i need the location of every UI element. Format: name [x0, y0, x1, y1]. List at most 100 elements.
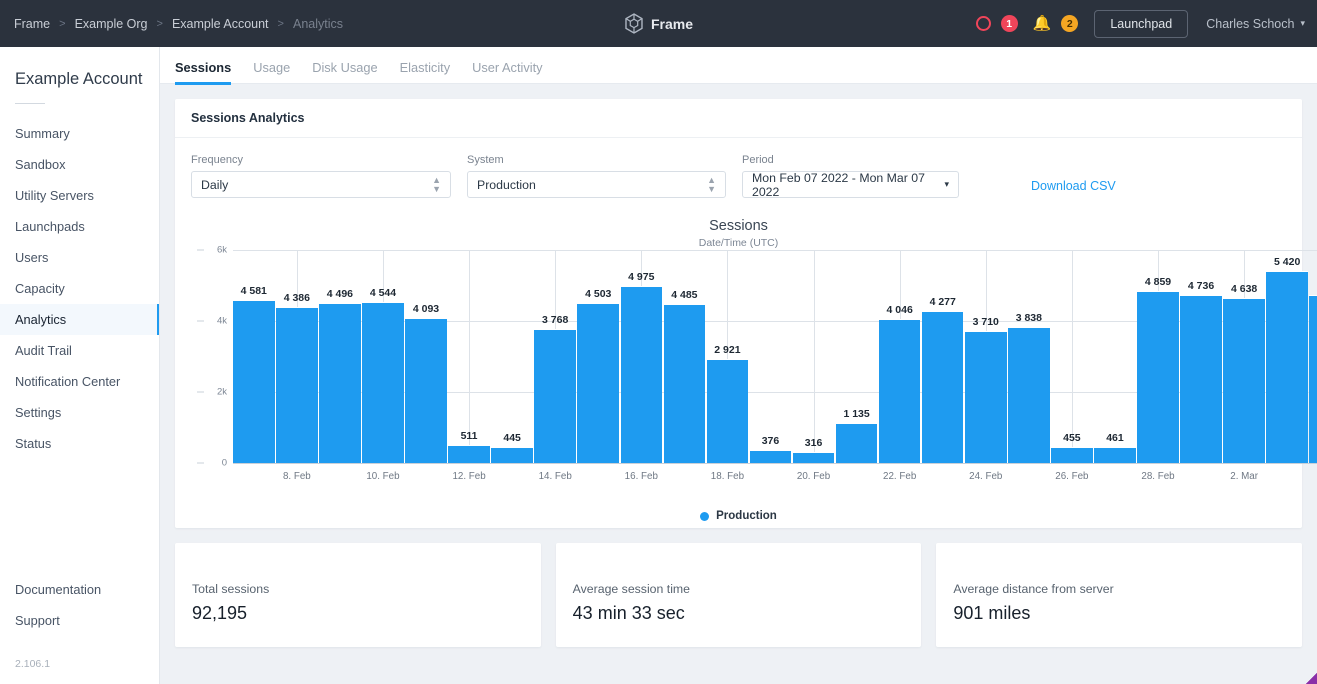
chart-bar[interactable]: [879, 319, 921, 463]
chart-bar[interactable]: [1051, 447, 1093, 463]
system-label: System: [467, 154, 726, 166]
sidebar-item-notification-center[interactable]: Notification Center: [0, 366, 159, 397]
stepper-icon: ▲▼: [432, 176, 441, 194]
system-select[interactable]: Production ▲▼: [467, 171, 726, 198]
sidebar-item-support[interactable]: Support: [0, 605, 159, 636]
period-select[interactable]: Mon Feb 07 2022 - Mon Mar 07 2022 ▾: [742, 171, 959, 198]
notification-count-badge[interactable]: 2: [1061, 15, 1078, 32]
chart-bar[interactable]: [491, 447, 533, 463]
chart-bar-value-label: 3 710: [973, 316, 999, 328]
chart-bar[interactable]: [233, 300, 275, 463]
chart-bar-value-label: 445: [503, 432, 521, 444]
stat-card-total-sessions: Total sessions 92,195: [175, 543, 541, 647]
stat-card-average-distance: Average distance from server 901 miles: [936, 543, 1302, 647]
tab-user-activity[interactable]: User Activity: [472, 60, 542, 84]
chart-bar[interactable]: [1008, 327, 1050, 463]
bell-icon[interactable]: 🔔: [1033, 16, 1052, 31]
sidebar-item-analytics[interactable]: Analytics: [0, 304, 159, 335]
chart-bar-segment-upper: [965, 331, 1007, 356]
tab-bar: Sessions Usage Disk Usage Elasticity Use…: [160, 47, 1317, 84]
sidebar-item-capacity[interactable]: Capacity: [0, 273, 159, 304]
chart-bar[interactable]: [1094, 447, 1136, 463]
tab-elasticity[interactable]: Elasticity: [400, 60, 451, 84]
sidebar-item-summary[interactable]: Summary: [0, 118, 159, 149]
chart-bar-value-label: 4 975: [628, 271, 654, 283]
tab-disk-usage[interactable]: Disk Usage: [312, 60, 377, 84]
chart-bar[interactable]: [922, 311, 964, 463]
period-label: Period: [742, 154, 959, 166]
chart-bar-segment-lower: [1309, 338, 1317, 463]
chart-bar-segment-upper: [879, 319, 921, 348]
brand-name: Frame: [651, 16, 693, 32]
chart-bar-segment-upper: [362, 302, 404, 337]
user-menu[interactable]: Charles Schoch ▾: [1206, 17, 1305, 31]
frequency-select[interactable]: Daily ▲▼: [191, 171, 451, 198]
breadcrumb-item-example-account[interactable]: Example Account: [172, 17, 269, 31]
chart-bar[interactable]: [965, 331, 1007, 463]
sidebar-item-launchpads[interactable]: Launchpads: [0, 211, 159, 242]
resize-corner-handle[interactable]: [1306, 673, 1317, 684]
chart-bar[interactable]: [577, 303, 619, 463]
chart-bar[interactable]: [1137, 291, 1179, 463]
tab-sessions[interactable]: Sessions: [175, 60, 231, 84]
chart-bar[interactable]: [1180, 295, 1222, 463]
tab-usage[interactable]: Usage: [253, 60, 290, 84]
sidebar: Example Account Summary Sandbox Utility …: [0, 47, 160, 684]
y-axis-tick-mark: [197, 463, 204, 464]
y-axis-tick-label: 2k: [205, 387, 227, 398]
chart-bar[interactable]: [1223, 298, 1265, 463]
chart-legend: Production: [175, 510, 1302, 522]
chart-bar[interactable]: [1309, 295, 1317, 463]
chart-bar-segment-upper: [793, 452, 835, 457]
chart-bar[interactable]: [793, 452, 835, 463]
stat-label: Average session time: [573, 582, 905, 596]
chart-bar-segment-lower: [664, 341, 706, 463]
frame-cube-icon: [624, 13, 643, 34]
x-axis-tick-label: 16. Feb: [625, 471, 658, 482]
chart-bar[interactable]: [534, 329, 576, 463]
chart-bar[interactable]: [1266, 271, 1308, 463]
chart-bar-value-label: 4 859: [1145, 276, 1171, 288]
chart-bar-segment-lower: [1223, 336, 1265, 463]
chart-bar-segment-upper: [491, 447, 533, 452]
breadcrumb-item-frame[interactable]: Frame: [14, 17, 50, 31]
chart-bar[interactable]: [319, 303, 361, 463]
chart-bar-value-label: 2 921: [714, 344, 740, 356]
alert-circle-icon[interactable]: [976, 16, 991, 31]
sidebar-item-utility-servers[interactable]: Utility Servers: [0, 180, 159, 211]
y-axis-tick-mark: [197, 392, 204, 393]
main-content: Sessions Usage Disk Usage Elasticity Use…: [160, 47, 1317, 684]
chart-bar-segment-lower: [491, 452, 533, 463]
download-csv-link[interactable]: Download CSV: [1031, 179, 1116, 193]
sidebar-item-users[interactable]: Users: [0, 242, 159, 273]
sidebar-item-documentation[interactable]: Documentation: [0, 574, 159, 605]
chart-bar[interactable]: [621, 286, 663, 463]
breadcrumb-separator: >: [157, 18, 163, 30]
period-field: Period Mon Feb 07 2022 - Mon Mar 07 2022…: [742, 154, 959, 198]
chart-bar[interactable]: [276, 307, 318, 463]
sidebar-item-sandbox[interactable]: Sandbox: [0, 149, 159, 180]
sidebar-item-audit-trail[interactable]: Audit Trail: [0, 335, 159, 366]
chart-bar[interactable]: [750, 450, 792, 463]
chart-bar-segment-upper: [276, 307, 318, 341]
chart-bar[interactable]: [362, 302, 404, 463]
chart-bar-value-label: 461: [1106, 432, 1124, 444]
chart-bar[interactable]: [707, 359, 749, 463]
chart-bar[interactable]: [448, 445, 490, 463]
x-axis-tick-label: 20. Feb: [797, 471, 830, 482]
sidebar-item-status[interactable]: Status: [0, 428, 159, 459]
alert-count-badge[interactable]: 1: [1001, 15, 1018, 32]
chart-bar-segment-upper: [621, 286, 663, 322]
chart-bar[interactable]: [836, 423, 878, 463]
chart-bar[interactable]: [405, 318, 447, 463]
breadcrumb-separator: >: [278, 18, 284, 30]
chart-title: Sessions: [175, 208, 1302, 234]
chart-bar-segment-upper: [405, 318, 447, 353]
chart-bar-segment-lower: [319, 341, 361, 463]
breadcrumb-separator: >: [59, 18, 65, 30]
period-value: Mon Feb 07 2022 - Mon Mar 07 2022: [752, 171, 944, 199]
sidebar-item-settings[interactable]: Settings: [0, 397, 159, 428]
chart-bar[interactable]: [664, 304, 706, 463]
breadcrumb-item-example-org[interactable]: Example Org: [75, 17, 148, 31]
launchpad-button[interactable]: Launchpad: [1094, 10, 1188, 38]
